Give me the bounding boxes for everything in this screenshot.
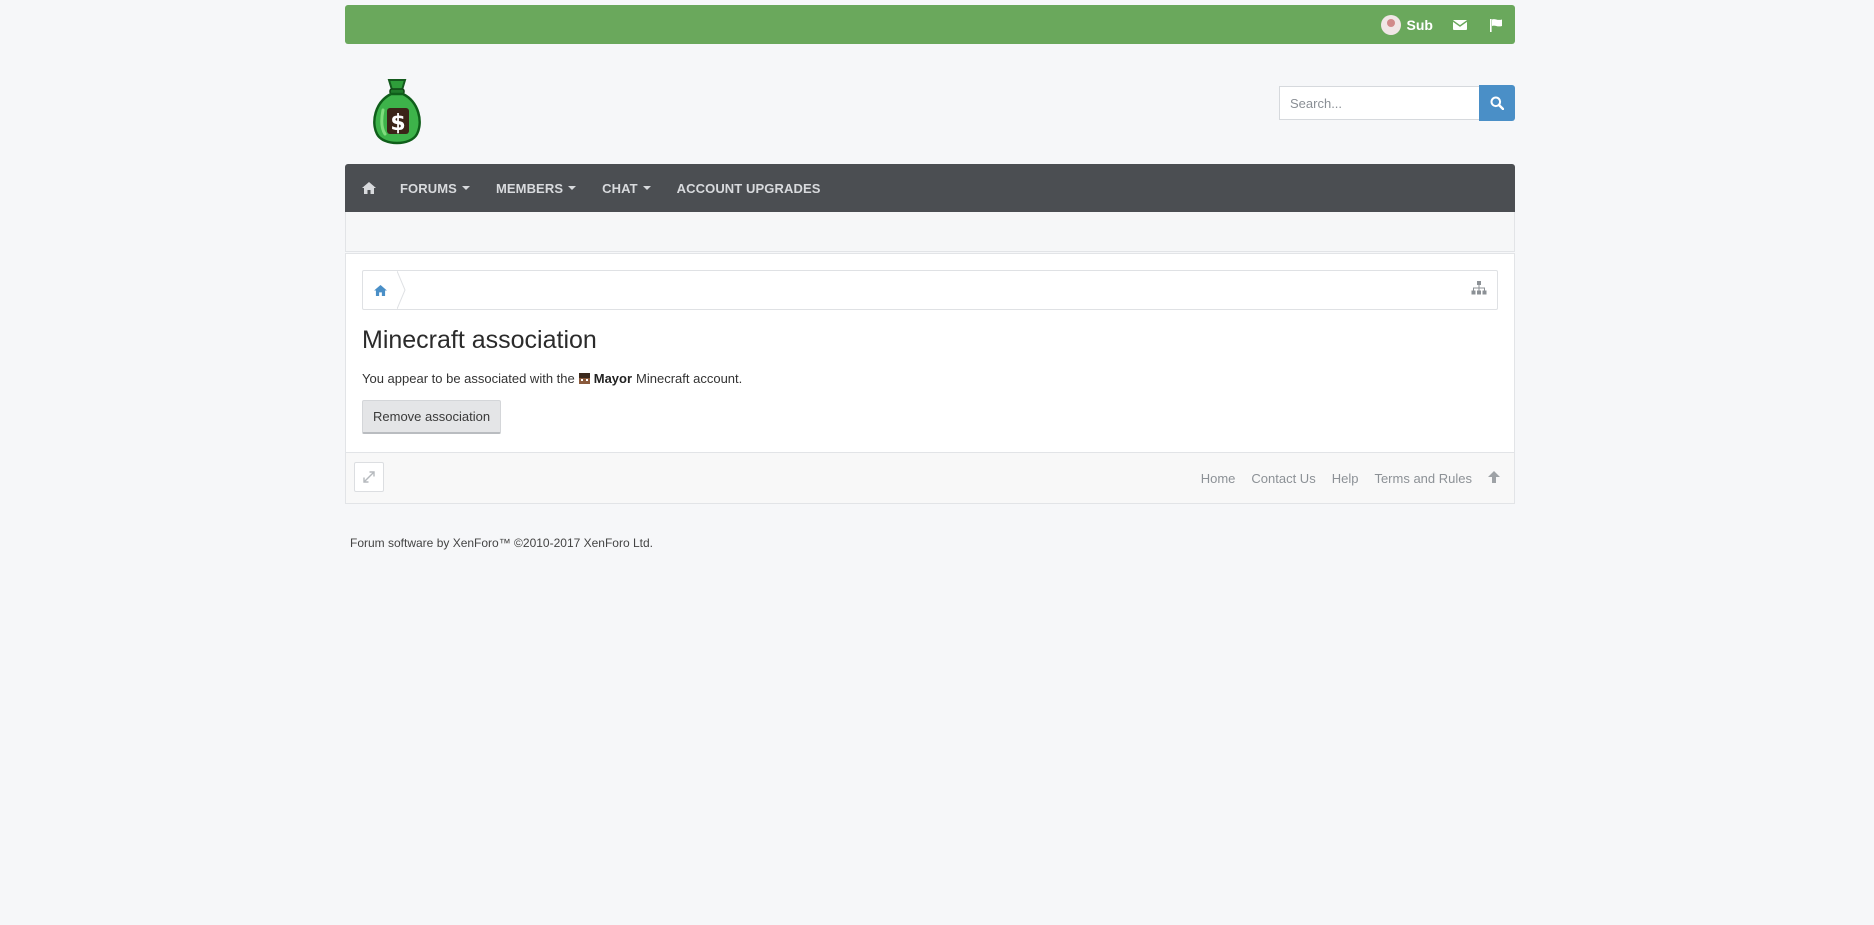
nav-forums[interactable]: FORUMS bbox=[387, 164, 483, 212]
chevron-down-icon bbox=[642, 186, 651, 190]
arrow-up-icon[interactable] bbox=[1488, 470, 1500, 486]
footer-link-terms[interactable]: Terms and Rules bbox=[1374, 471, 1472, 486]
user-menu-link[interactable]: Sub bbox=[1380, 14, 1433, 35]
site-logo[interactable]: $ bbox=[369, 74, 425, 148]
home-icon bbox=[362, 182, 376, 194]
nav-chat[interactable]: CHAT bbox=[589, 164, 664, 212]
search-icon bbox=[1490, 96, 1504, 110]
expand-width-button[interactable] bbox=[354, 462, 384, 492]
minecraft-head-icon bbox=[578, 373, 590, 384]
minecraft-account-name: Mayor bbox=[593, 371, 633, 386]
breadcrumb bbox=[362, 270, 1498, 310]
message-suffix: Minecraft account. bbox=[636, 371, 743, 386]
chevron-down-icon bbox=[461, 186, 470, 190]
nav-members-label: MEMBERS bbox=[495, 180, 564, 196]
home-icon bbox=[373, 284, 387, 296]
flag-icon[interactable] bbox=[1487, 16, 1505, 34]
breadcrumb-separator bbox=[397, 271, 406, 309]
search-input[interactable] bbox=[1279, 86, 1479, 120]
svg-text:$: $ bbox=[390, 111, 405, 136]
main-navigation: FORUMS MEMBERS CHAT ACCOUNT UPGRADES bbox=[345, 164, 1515, 212]
message-prefix: You appear to be associated with the bbox=[362, 371, 575, 386]
remove-association-button[interactable]: Remove association bbox=[362, 400, 502, 434]
footer-links: Home Contact Us Help Terms and Rules bbox=[1201, 453, 1500, 503]
content-panel: Minecraft association You appear to be a… bbox=[345, 253, 1515, 453]
search-box bbox=[1279, 85, 1515, 121]
user-bar-actions: Sub bbox=[1380, 5, 1505, 44]
breadcrumb-home[interactable] bbox=[363, 271, 397, 309]
avatar bbox=[1380, 14, 1401, 35]
footer-link-contact-us[interactable]: Contact Us bbox=[1251, 471, 1315, 486]
nav-members[interactable]: MEMBERS bbox=[483, 164, 589, 212]
copyright-notice: Forum software by XenForo™ ©2010-2017 Xe… bbox=[350, 536, 653, 550]
nav-account-upgrades-label: ACCOUNT UPGRADES bbox=[676, 180, 821, 196]
nav-home-button[interactable] bbox=[351, 164, 387, 212]
envelope-icon[interactable] bbox=[1451, 16, 1469, 34]
money-bag-logo: $ bbox=[373, 79, 421, 145]
page-title: Minecraft association bbox=[362, 326, 597, 354]
nav-chat-label: CHAT bbox=[602, 180, 638, 196]
sitemap-icon[interactable] bbox=[1471, 281, 1489, 299]
association-message: You appear to be associated with the May… bbox=[362, 371, 742, 386]
sub-navigation bbox=[345, 212, 1515, 252]
footer-link-home[interactable]: Home bbox=[1201, 471, 1236, 486]
chevron-down-icon bbox=[568, 186, 577, 190]
nav-account-upgrades[interactable]: ACCOUNT UPGRADES bbox=[664, 164, 834, 212]
nav-forums-label: FORUMS bbox=[400, 180, 457, 196]
username-label: Sub bbox=[1406, 16, 1433, 33]
footer-link-help[interactable]: Help bbox=[1332, 471, 1359, 486]
user-bar: Sub bbox=[345, 5, 1515, 44]
expand-icon bbox=[363, 471, 375, 483]
search-button[interactable] bbox=[1479, 85, 1515, 121]
footer-bar: Home Contact Us Help Terms and Rules bbox=[345, 453, 1515, 504]
